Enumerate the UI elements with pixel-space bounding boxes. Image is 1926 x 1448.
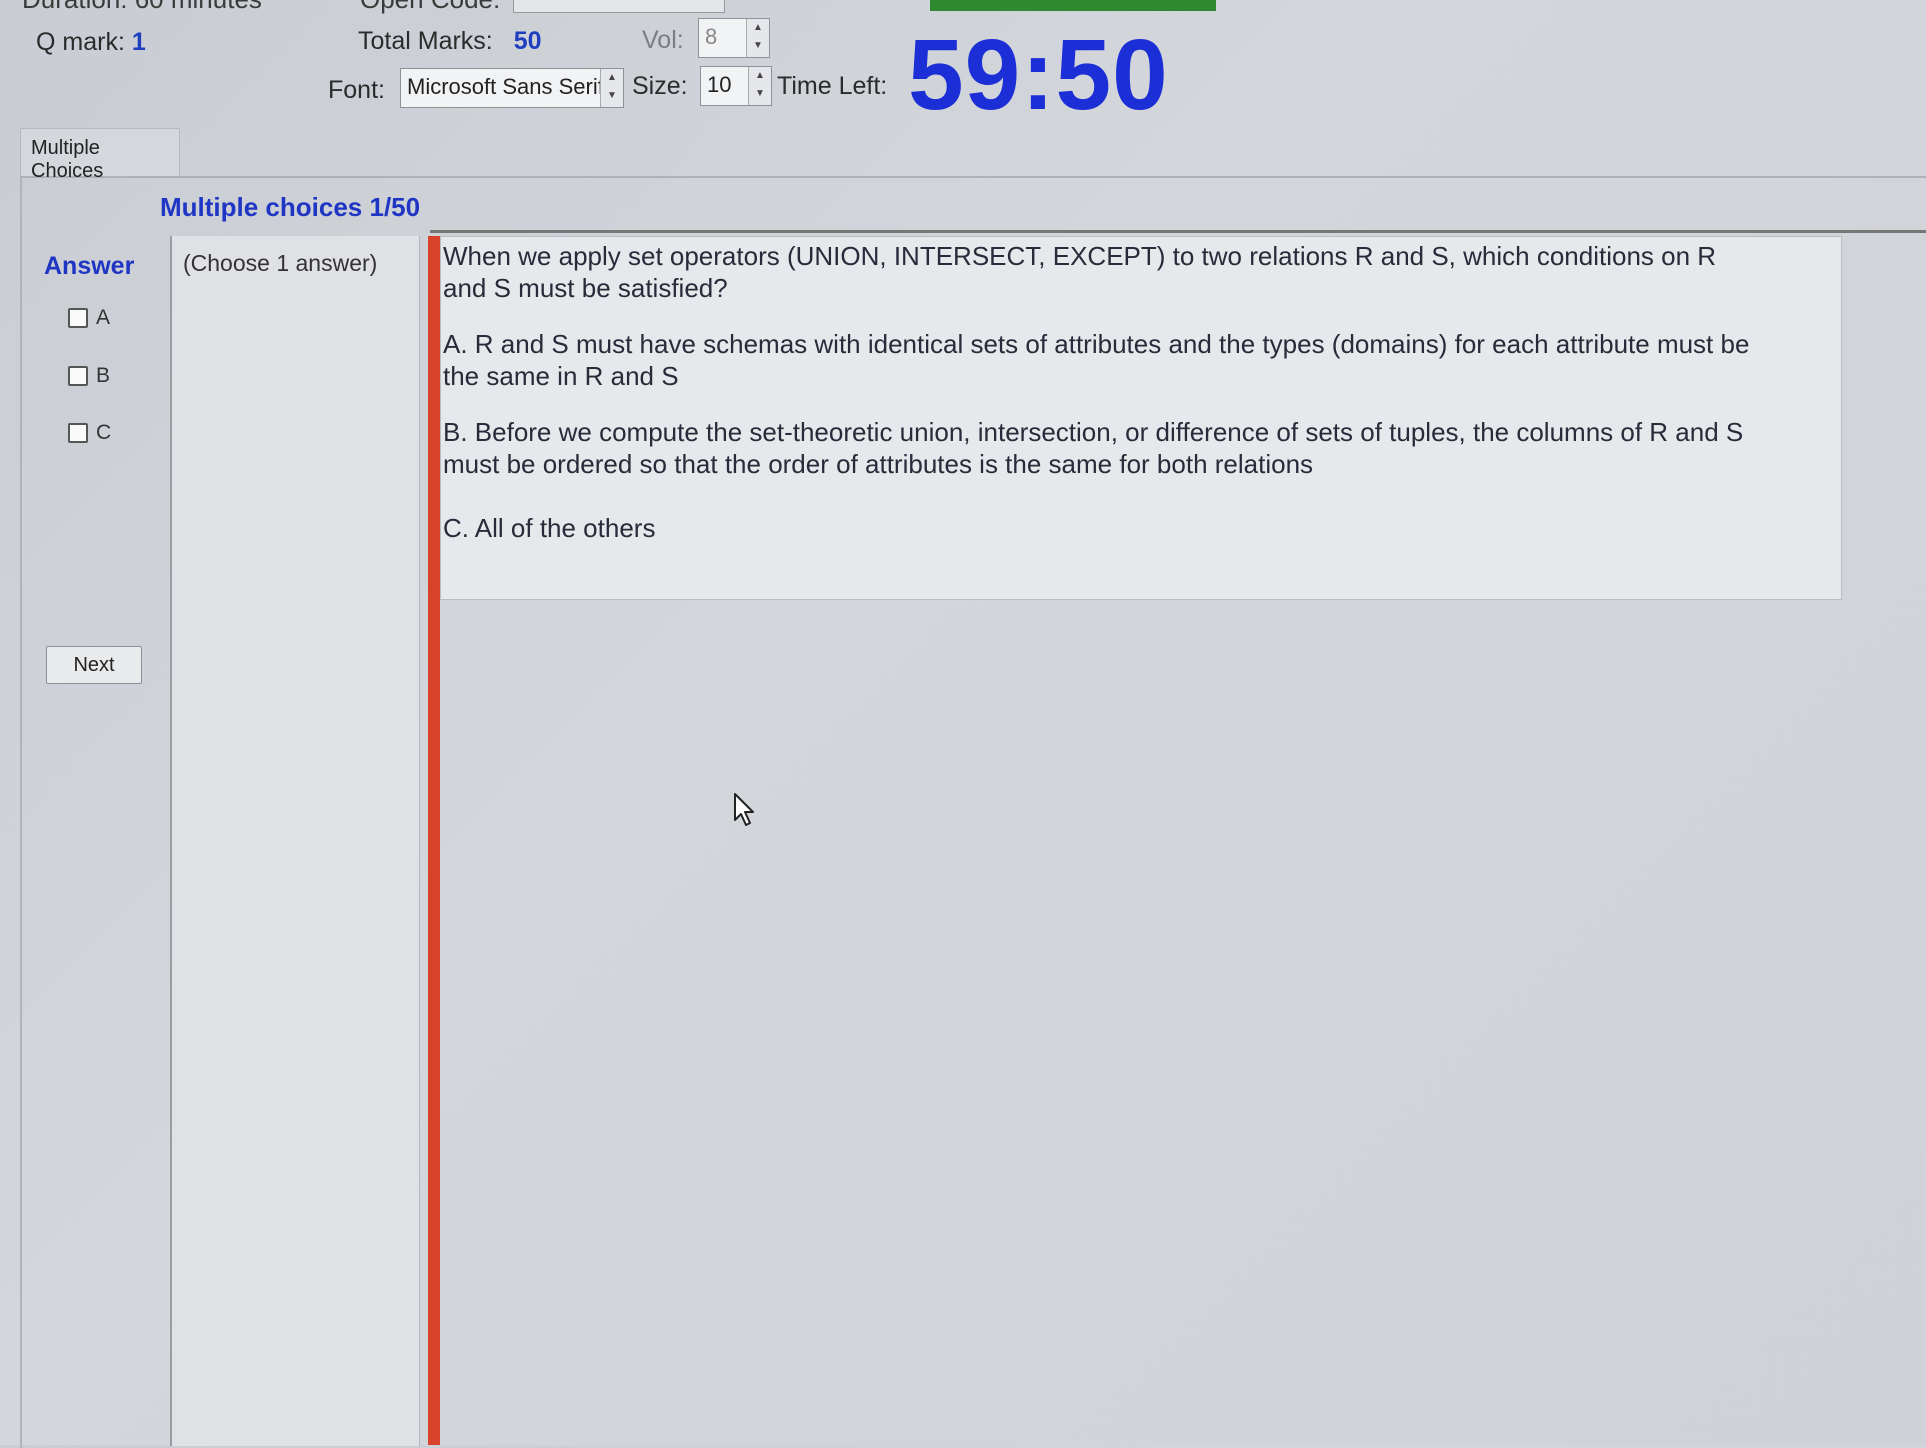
answer-title: Answer — [44, 252, 135, 280]
question-option-b: B. Before we compute the set-theoretic u… — [443, 417, 1744, 479]
font-label: Font: — [328, 76, 385, 104]
answer-option-a[interactable]: A — [68, 306, 110, 330]
question-option-c: C. All of the others — [443, 513, 656, 543]
time-left-timer: 59:50 — [908, 19, 1169, 131]
instruction-panel — [170, 236, 420, 1446]
divider — [430, 230, 1926, 233]
answer-option-b[interactable]: B — [68, 364, 110, 388]
vol-label: Vol: — [642, 26, 684, 54]
spin-arrows-icon[interactable]: ▲ ▼ — [746, 19, 769, 57]
checkbox-label-b: B — [96, 364, 111, 387]
instruction-text: (Choose 1 answer) — [183, 250, 378, 276]
next-button[interactable]: Next — [46, 646, 142, 684]
total-marks-value: 50 — [513, 27, 542, 55]
font-value: Microsoft Sans Serif — [407, 74, 604, 99]
font-select[interactable]: Microsoft Sans Serif ▲ ▼ — [400, 68, 624, 108]
mouse-pointer-icon — [733, 792, 757, 833]
question-option-a: A. R and S must have schemas with identi… — [443, 329, 1750, 391]
progress-bar — [930, 0, 1216, 11]
q-mark-label: Q mark: — [36, 28, 125, 56]
checkbox-label-c: C — [96, 421, 112, 444]
total-marks: Total Marks: 50 — [358, 27, 542, 56]
size-label: Size: — [632, 72, 688, 100]
open-code-field[interactable] — [513, 0, 725, 13]
spin-arrows-icon[interactable]: ▲ ▼ — [748, 67, 771, 105]
duration-label: Duration: 60 minutes — [22, 0, 262, 15]
vol-stepper[interactable]: 8 ▲ ▼ — [698, 18, 770, 58]
total-marks-label: Total Marks: — [358, 27, 493, 55]
checkbox-c[interactable] — [68, 423, 88, 443]
vol-value: 8 — [705, 24, 718, 49]
checkbox-a[interactable] — [68, 308, 88, 328]
section-title: Multiple choices 1/50 — [160, 192, 421, 222]
size-value: 10 — [707, 72, 732, 97]
q-mark: Q mark: 1 — [36, 28, 146, 57]
checkbox-b[interactable] — [68, 366, 88, 386]
size-stepper[interactable]: 10 ▲ ▼ — [700, 66, 772, 106]
open-code-label: Open Code: — [360, 0, 500, 15]
panel-splitter[interactable] — [428, 236, 440, 1445]
answer-option-c[interactable]: C — [68, 421, 111, 445]
q-mark-value: 1 — [131, 28, 146, 56]
question-text: When we apply set operators (UNION, INTE… — [443, 241, 1717, 303]
tab-multiple-choices[interactable]: Multiple Choices — [20, 128, 180, 182]
checkbox-label-a: A — [96, 306, 111, 329]
time-left-label: Time Left: — [777, 72, 888, 100]
spin-arrows-icon[interactable]: ▲ ▼ — [600, 69, 623, 107]
